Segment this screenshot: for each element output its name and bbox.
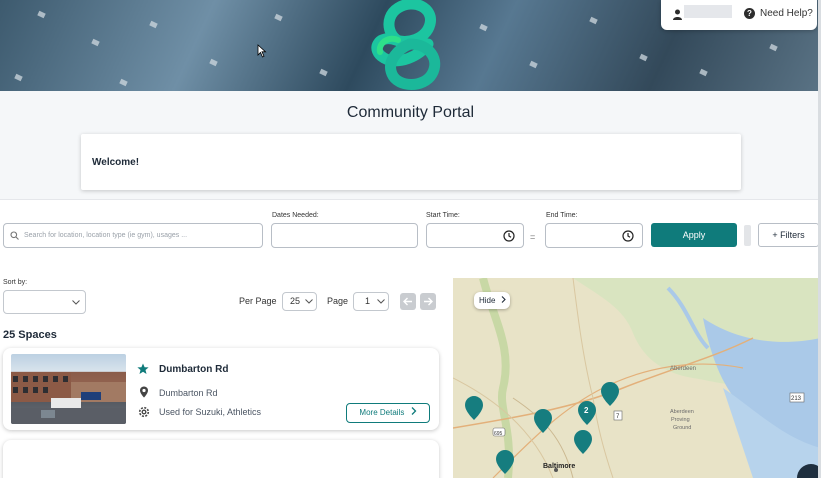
confetti (589, 16, 598, 25)
hide-map-label: Hide (479, 296, 496, 305)
start-time-label: Start Time: (426, 212, 460, 219)
filters-button[interactable]: + Filters (758, 223, 819, 247)
page-select[interactable]: 1 (353, 292, 389, 311)
space-title[interactable]: Dumbarton Rd (159, 364, 228, 375)
user-name[interactable] (684, 5, 732, 18)
confetti (209, 58, 218, 67)
space-photo (11, 354, 126, 424)
start-time-input[interactable] (426, 223, 524, 248)
confetti (149, 20, 158, 29)
confetti (769, 43, 778, 52)
space-usage: Used for Suzuki, Athletics (159, 407, 262, 417)
end-time-label: End Time: (546, 212, 578, 219)
page-value: 1 (365, 296, 371, 306)
confetti (91, 38, 100, 47)
hide-map-button[interactable]: Hide (474, 292, 510, 309)
gear-icon (138, 406, 150, 418)
more-details-label: More Details (359, 408, 405, 417)
confetti (639, 53, 648, 62)
route-695-label: 695 (494, 431, 503, 437)
confetti (479, 23, 488, 32)
route-213-label: 213 (791, 396, 802, 402)
page-label: Page (327, 296, 349, 306)
account-help-bar: ? Need Help? (661, 0, 817, 30)
dates-label: Dates Needed: (272, 212, 319, 219)
chevron-down-icon (377, 299, 385, 304)
chevron-right-icon (411, 407, 416, 415)
proving-ground-label-2: Proving (671, 417, 690, 423)
spaces-count-heading: 25 Spaces (3, 329, 57, 341)
sort-label: Sort by: (3, 279, 28, 286)
confetti (14, 73, 23, 82)
space-address: Dumbarton Rd (159, 388, 218, 398)
page-title: Community Portal (346, 104, 475, 121)
help-icon[interactable]: ? (744, 8, 755, 19)
confetti (699, 68, 708, 77)
map-canvas[interactable]: 695 7 213 Aberdeen Aberdeen Proving Grou… (453, 278, 821, 478)
per-page-label: Per Page (239, 296, 277, 306)
confetti (274, 13, 283, 22)
welcome-card: Welcome! (81, 134, 741, 190)
search-placeholder: Search for location, location type (ie g… (24, 232, 188, 239)
per-page-value: 25 (290, 296, 301, 306)
map-panel[interactable]: 695 7 213 Aberdeen Aberdeen Proving Grou… (453, 278, 821, 478)
star-icon[interactable] (137, 363, 149, 375)
confetti (319, 68, 328, 77)
per-page-select[interactable]: 25 (282, 292, 317, 311)
confetti (37, 10, 46, 19)
portal-logo (371, 0, 441, 90)
next-page-button[interactable] (420, 293, 436, 310)
proving-ground-label-1: Aberdeen (670, 409, 694, 415)
search-icon (10, 231, 19, 240)
user-icon[interactable] (672, 9, 683, 20)
confetti (529, 60, 538, 69)
sort-select[interactable] (3, 290, 86, 314)
apply-button[interactable]: Apply (651, 223, 737, 247)
space-card[interactable] (3, 440, 439, 478)
mouse-cursor-icon (257, 44, 267, 58)
clock-icon[interactable] (503, 230, 515, 242)
chevron-down-icon (72, 300, 80, 305)
chevron-right-icon (501, 296, 506, 303)
aberdeen-label: Aberdeen (670, 366, 696, 372)
baltimore-label: Baltimore (543, 463, 575, 470)
divider-pill (744, 225, 751, 246)
prev-page-button[interactable] (400, 293, 416, 310)
end-time-input[interactable] (545, 223, 643, 248)
proving-ground-label-3: Ground (673, 425, 691, 431)
dates-input[interactable] (271, 223, 418, 248)
time-separator: = (530, 232, 536, 242)
location-pin-icon (140, 386, 148, 398)
arrow-left-icon (403, 297, 412, 306)
street-photo (11, 372, 126, 424)
clock-icon[interactable] (622, 230, 634, 242)
welcome-message: Welcome! (92, 157, 140, 168)
search-input[interactable]: Search for location, location type (ie g… (3, 223, 263, 248)
need-help-link[interactable]: Need Help? (760, 8, 813, 19)
arrow-right-icon (424, 297, 433, 306)
confetti (119, 78, 128, 87)
more-details-button[interactable]: More Details (346, 403, 430, 423)
chevron-down-icon (305, 299, 313, 304)
cluster-count: 2 (584, 406, 589, 415)
space-card[interactable]: Dumbarton Rd Dumbarton Rd Used for Suzuk… (3, 348, 439, 430)
